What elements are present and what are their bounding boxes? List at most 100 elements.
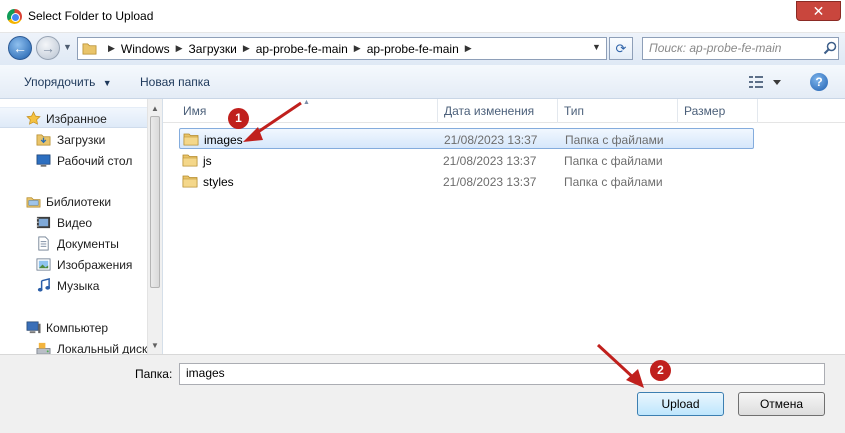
breadcrumb-separator-icon[interactable]: ▶	[108, 43, 115, 54]
sidebar-item-label: Локальный диск	[57, 342, 148, 354]
breadcrumb-item[interactable]: ap-probe-fe-main	[256, 42, 348, 56]
organize-menu-button[interactable]: Упорядочить ▼	[24, 75, 112, 89]
pictures-icon	[36, 258, 51, 271]
folder-icon	[183, 133, 199, 146]
forward-arrow-icon[interactable]: →	[36, 36, 60, 60]
libraries-icon	[26, 197, 41, 208]
sidebar-item-computer[interactable]: Компьютер	[0, 317, 148, 338]
column-divider[interactable]	[557, 99, 558, 123]
documents-icon	[38, 236, 49, 251]
column-headers: ▲ Имя Дата изменения Тип Размер	[163, 99, 845, 123]
column-divider[interactable]	[757, 99, 758, 123]
file-name: images	[204, 133, 243, 147]
sidebar-item-label: Компьютер	[46, 321, 109, 335]
folder-field-label: Папка:	[135, 367, 173, 381]
breadcrumb-item[interactable]: Загрузки	[189, 42, 237, 56]
sidebar-item-label: Изображения	[57, 258, 133, 272]
breadcrumb-item[interactable]: ap-probe-fe-main	[367, 42, 459, 56]
breadcrumb-separator-icon[interactable]: ▶	[243, 43, 250, 54]
file-name: js	[203, 154, 212, 168]
breadcrumb-separator-icon[interactable]: ▶	[465, 43, 472, 54]
view-options-icon[interactable]	[748, 74, 782, 90]
music-icon	[37, 278, 51, 292]
sidebar-item-documents[interactable]: Документы	[0, 233, 148, 254]
file-list: ▲ Имя Дата изменения Тип Размер images 2…	[163, 99, 845, 354]
navigation-pane: Избранное Загрузки Рабочий стол Библиоте…	[0, 99, 163, 354]
file-date: 21/08/2023 13:37	[443, 154, 537, 168]
video-icon	[36, 216, 51, 229]
address-bar[interactable]: ▶ Windows ▶ Загрузки ▶ ap-probe-fe-main …	[77, 37, 607, 60]
sidebar-item-pictures[interactable]: Изображения	[0, 254, 148, 275]
window-title: Select Folder to Upload	[28, 9, 154, 23]
history-dropdown-icon[interactable]: ▼	[63, 42, 72, 52]
help-icon[interactable]: ?	[810, 73, 828, 91]
back-arrow-icon[interactable]: ←	[8, 36, 32, 60]
toolbar: Упорядочить ▼ Новая папка ?	[0, 65, 845, 99]
folder-icon	[182, 154, 198, 167]
desktop-icon	[36, 154, 51, 167]
breadcrumb-item[interactable]: Windows	[121, 42, 170, 56]
search-box[interactable]	[642, 37, 839, 60]
local-disk-icon	[36, 342, 51, 354]
file-date: 21/08/2023 13:37	[443, 175, 537, 189]
table-row[interactable]: styles 21/08/2023 13:37 Папка с файлами	[179, 171, 754, 192]
sidebar-item-label: Библиотеки	[46, 195, 112, 209]
chevron-down-icon[interactable]: ▼	[592, 42, 601, 52]
sidebar-item-label: Документы	[57, 237, 119, 251]
table-row[interactable]: js 21/08/2023 13:37 Папка с файлами	[179, 150, 754, 171]
annotation-badge-2: 2	[650, 360, 671, 381]
folder-icon	[82, 43, 97, 55]
column-header-type[interactable]: Тип	[564, 104, 584, 118]
sort-ascending-icon: ▲	[303, 99, 310, 106]
scroll-up-icon[interactable]: ▲	[151, 104, 159, 113]
chevron-down-icon: ▼	[102, 78, 112, 88]
cancel-button[interactable]: Отмена	[738, 392, 825, 416]
title-bar: Select Folder to Upload ✕	[0, 0, 845, 33]
file-type: Папка с файлами	[564, 175, 663, 189]
column-header-date[interactable]: Дата изменения	[444, 104, 534, 118]
organize-label: Упорядочить	[24, 75, 96, 89]
breadcrumb-separator-icon[interactable]: ▶	[176, 43, 183, 54]
dialog-footer: Папка: images Upload Отмена	[0, 354, 845, 433]
breadcrumb: ▶ Windows ▶ Загрузки ▶ ap-probe-fe-main …	[102, 38, 478, 59]
navigation-bar: ← → ▼ ▶ Windows ▶ Загрузки ▶ ap-probe-fe…	[0, 33, 845, 65]
sidebar-item-downloads[interactable]: Загрузки	[0, 129, 148, 150]
file-type: Папка с файлами	[565, 133, 664, 147]
column-header-name[interactable]: Имя	[183, 104, 206, 118]
refresh-icon[interactable]: ⟳	[609, 37, 633, 60]
new-folder-button[interactable]: Новая папка	[140, 75, 210, 89]
folder-icon	[182, 175, 198, 188]
folder-name-input[interactable]: images	[179, 363, 825, 385]
sidebar-item-music[interactable]: Музыка	[0, 275, 148, 296]
sidebar-item-favorites[interactable]: Избранное	[0, 107, 148, 128]
search-input[interactable]	[649, 41, 819, 55]
chrome-icon	[7, 9, 22, 24]
navigation-pane-scrollbar[interactable]: ▲ ▼	[147, 99, 162, 354]
search-icon[interactable]	[823, 41, 837, 55]
breadcrumb-separator-icon[interactable]: ▶	[354, 43, 361, 54]
file-type: Папка с файлами	[564, 154, 663, 168]
sidebar-item-label: Видео	[57, 216, 93, 230]
upload-button[interactable]: Upload	[637, 392, 724, 416]
close-button[interactable]: ✕	[796, 1, 841, 21]
sidebar-item-label: Избранное	[46, 112, 107, 126]
table-row[interactable]: images 21/08/2023 13:37 Папка с файлами	[179, 128, 754, 149]
sidebar-item-label: Рабочий стол	[57, 154, 133, 168]
scroll-down-icon[interactable]: ▼	[151, 341, 159, 350]
annotation-badge-1: 1	[228, 108, 249, 129]
sidebar-item-desktop[interactable]: Рабочий стол	[0, 150, 148, 171]
column-divider[interactable]	[437, 99, 438, 123]
sidebar-item-label: Загрузки	[57, 133, 106, 147]
column-header-size[interactable]: Размер	[684, 104, 725, 118]
sidebar-item-label: Музыка	[57, 279, 100, 293]
sidebar-item-libraries[interactable]: Библиотеки	[0, 191, 148, 212]
column-divider[interactable]	[677, 99, 678, 123]
scrollbar-thumb[interactable]	[150, 116, 160, 288]
file-name: styles	[203, 175, 234, 189]
star-icon	[26, 111, 41, 125]
sidebar-item-local-disk[interactable]: Локальный диск	[0, 338, 148, 354]
downloads-folder-icon	[36, 134, 51, 146]
computer-icon	[26, 321, 41, 334]
file-date: 21/08/2023 13:37	[444, 133, 538, 147]
sidebar-item-video[interactable]: Видео	[0, 212, 148, 233]
